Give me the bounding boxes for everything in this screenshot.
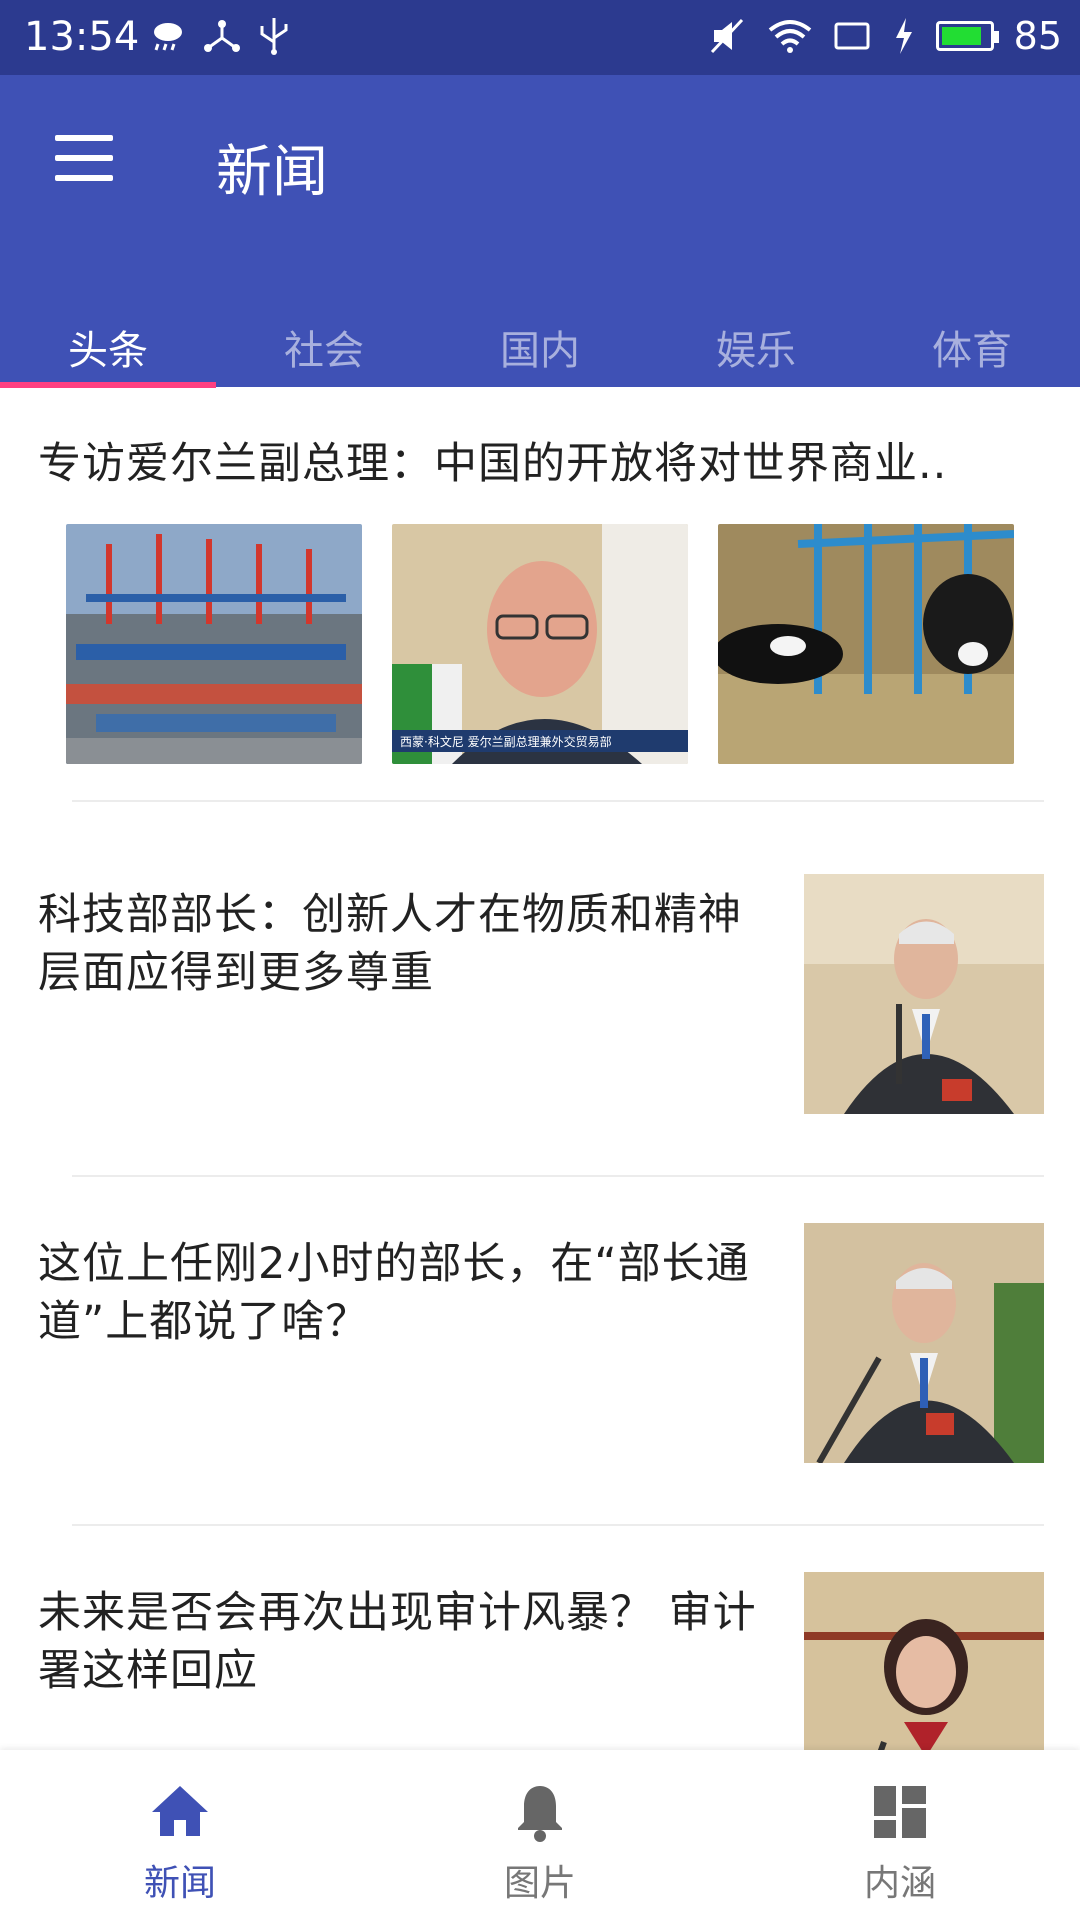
news-title: 专访爱尔兰副总理：中国的开放将对世界商业.. xyxy=(38,439,948,489)
nav-news[interactable]: 新闻 xyxy=(0,1750,360,1920)
news-item[interactable]: 未来是否会再次出现审计风暴？ 审计署这样回应 xyxy=(0,1572,1080,1750)
bell-icon xyxy=(508,1780,572,1844)
image-caption: 西蒙·科文尼 爱尔兰副总理兼外交贸易部 xyxy=(400,734,612,749)
interview-photo: 西蒙·科文尼 爱尔兰副总理兼外交贸易部 xyxy=(392,524,688,764)
nav-label: 新闻 xyxy=(143,1863,216,1904)
share-icon xyxy=(202,14,242,58)
tab-domestic[interactable]: 国内 xyxy=(432,280,648,387)
battery-fill xyxy=(941,27,981,45)
official-woman-photo xyxy=(804,1572,1044,1750)
wifi-icon xyxy=(768,14,812,58)
news-title: 科技部部长：创新人才在物质和精神层面应得到更多尊重 xyxy=(38,890,742,998)
cattle-photo xyxy=(718,524,1014,764)
dashboard-icon xyxy=(868,1780,932,1844)
bottom-nav: 新闻 图片 内涵 xyxy=(0,1750,1080,1920)
screen-rotate-icon xyxy=(832,14,872,58)
port-cranes-photo xyxy=(66,524,362,764)
news-feed[interactable]: 专访爱尔兰副总理：中国的开放将对世界商业.. 西蒙·科文尼 爱尔兰副总理兼外交贸… xyxy=(0,387,1080,1750)
battery-icon xyxy=(935,14,999,58)
divider xyxy=(72,800,1044,802)
featured-news-item[interactable]: 专访爱尔兰副总理：中国的开放将对世界商业.. 西蒙·科文尼 爱尔兰副总理兼外交贸… xyxy=(0,387,1080,802)
divider xyxy=(72,1175,1044,1177)
news-item[interactable]: 科技部部长：创新人才在物质和精神层面应得到更多尊重 xyxy=(0,874,1080,1224)
nav-label: 内涵 xyxy=(863,1863,936,1904)
tab-sports[interactable]: 体育 xyxy=(864,280,1080,387)
news-item[interactable]: 这位上任刚2小时的部长，在“部长通道”上都说了啥？ xyxy=(0,1223,1080,1573)
usb-icon xyxy=(256,14,292,58)
menu-icon[interactable] xyxy=(55,135,113,181)
status-bar: 13:54 85 xyxy=(0,0,1080,75)
status-time: 13:54 xyxy=(24,14,140,60)
news-title: 这位上任刚2小时的部长，在“部长通道”上都说了啥？ xyxy=(38,1239,750,1347)
news-title: 未来是否会再次出现审计风暴？ 审计署这样回应 xyxy=(38,1588,757,1696)
charging-icon xyxy=(892,14,916,58)
tab-society[interactable]: 社会 xyxy=(216,280,432,387)
divider xyxy=(72,1524,1044,1526)
app-bar: 新闻 头条 社会 国内 娱乐 体育 xyxy=(0,75,1080,388)
battery-level: 85 xyxy=(1013,14,1062,58)
category-tabs: 头条 社会 国内 娱乐 体育 xyxy=(0,280,1080,387)
nav-jokes[interactable]: 内涵 xyxy=(720,1750,1080,1920)
nav-label: 图片 xyxy=(503,1863,576,1904)
nav-pictures[interactable]: 图片 xyxy=(360,1750,720,1920)
tab-entertainment[interactable]: 娱乐 xyxy=(648,280,864,387)
home-icon xyxy=(148,1780,212,1844)
tab-headlines[interactable]: 头条 xyxy=(0,280,216,387)
mute-icon xyxy=(708,14,748,58)
app-title: 新闻 xyxy=(216,140,328,205)
weather-icon xyxy=(148,14,188,58)
minister-speaking-photo xyxy=(804,874,1044,1114)
minister-microphone-photo xyxy=(804,1223,1044,1463)
